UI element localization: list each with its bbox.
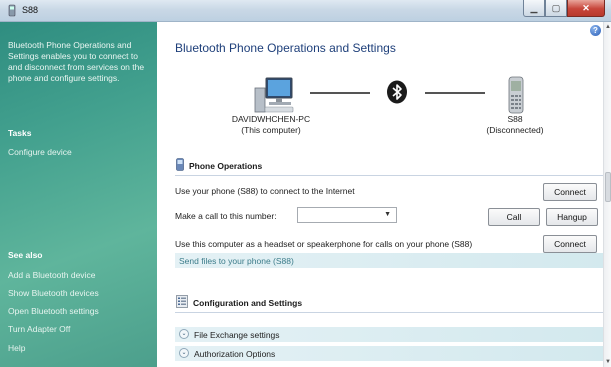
connection-line-right — [425, 92, 485, 94]
vertical-scrollbar[interactable]: ▲ ▼ — [603, 22, 611, 367]
tasks-heading: Tasks — [8, 128, 32, 138]
send-files-link[interactable]: Send files to your phone (S88) — [179, 256, 294, 266]
call-number-combobox[interactable]: ▼ — [297, 207, 397, 223]
hangup-button[interactable]: Hangup — [546, 208, 598, 226]
help-icon[interactable]: ? — [590, 25, 601, 36]
maximize-button[interactable]: ▢ — [545, 0, 567, 17]
computer-label: DAVIDWHCHEN-PC (This computer) — [231, 114, 311, 136]
call-number-label: Make a call to this number: — [175, 211, 277, 221]
phone-operations-icon — [176, 158, 184, 171]
expand-chevron-icon[interactable]: ⌄ — [179, 329, 189, 339]
bluetooth-app-icon — [8, 4, 16, 17]
phone-operations-heading: Phone Operations — [189, 161, 263, 171]
left-task-pane: Bluetooth Phone Operations and Settings … — [0, 22, 157, 367]
scroll-down-icon[interactable]: ▼ — [605, 359, 611, 365]
window-controls: ▁ ▢ ✕ — [523, 0, 605, 18]
file-exchange-settings-label: File Exchange settings — [194, 330, 280, 340]
authorization-options-label: Authorization Options — [194, 349, 276, 359]
send-files-row[interactable]: Send files to your phone (S88) — [175, 253, 603, 268]
headset-connect-button[interactable]: Connect — [543, 235, 597, 253]
computer-name: DAVIDWHCHEN-PC — [231, 114, 311, 124]
title-bar: S88 ▁ ▢ ✕ — [0, 0, 611, 22]
link-turn-adapter-off[interactable]: Turn Adapter Off — [8, 324, 70, 334]
minimize-button[interactable]: ▁ — [523, 0, 545, 17]
connection-line-left — [310, 92, 370, 94]
link-help[interactable]: Help — [8, 343, 25, 353]
pane-description: Bluetooth Phone Operations and Settings … — [8, 40, 145, 83]
phone-icon — [508, 76, 524, 114]
link-open-bluetooth-settings[interactable]: Open Bluetooth settings — [8, 306, 99, 316]
phone-operations-divider — [175, 175, 603, 176]
internet-connect-button[interactable]: Connect — [543, 183, 597, 201]
headset-connect-label: Use this computer as a headset or speake… — [175, 239, 473, 249]
computer-icon — [254, 77, 294, 113]
bluetooth-icon — [387, 80, 407, 104]
expand-chevron-icon[interactable]: ⌄ — [179, 348, 189, 358]
link-add-bluetooth-device[interactable]: Add a Bluetooth device — [8, 270, 95, 280]
call-button[interactable]: Call — [488, 208, 540, 226]
authorization-options-row[interactable]: ⌄ Authorization Options — [175, 346, 603, 361]
configuration-heading: Configuration and Settings — [193, 298, 303, 308]
window-title: S88 — [22, 5, 39, 15]
close-button[interactable]: ✕ — [567, 0, 605, 17]
phone-status: (Disconnected) — [486, 125, 544, 135]
file-exchange-settings-row[interactable]: ⌄ File Exchange settings — [175, 327, 603, 342]
phone-label: S88 (Disconnected) — [475, 114, 555, 136]
computer-status: (This computer) — [241, 125, 301, 135]
configuration-divider — [175, 312, 603, 313]
dropdown-arrow-icon[interactable]: ▼ — [384, 211, 391, 218]
scrollbar-thumb[interactable] — [605, 172, 611, 202]
scroll-up-icon[interactable]: ▲ — [605, 24, 611, 30]
task-link-configure-device[interactable]: Configure device — [8, 147, 72, 157]
page-title: Bluetooth Phone Operations and Settings — [175, 41, 396, 55]
see-also-heading: See also — [8, 250, 43, 260]
link-show-bluetooth-devices[interactable]: Show Bluetooth devices — [8, 288, 99, 298]
phone-name: S88 — [507, 114, 523, 124]
configuration-icon — [176, 295, 188, 308]
internet-connect-label: Use your phone (S88) to connect to the I… — [175, 186, 355, 196]
main-content: ? Bluetooth Phone Operations and Setting… — [157, 22, 603, 367]
